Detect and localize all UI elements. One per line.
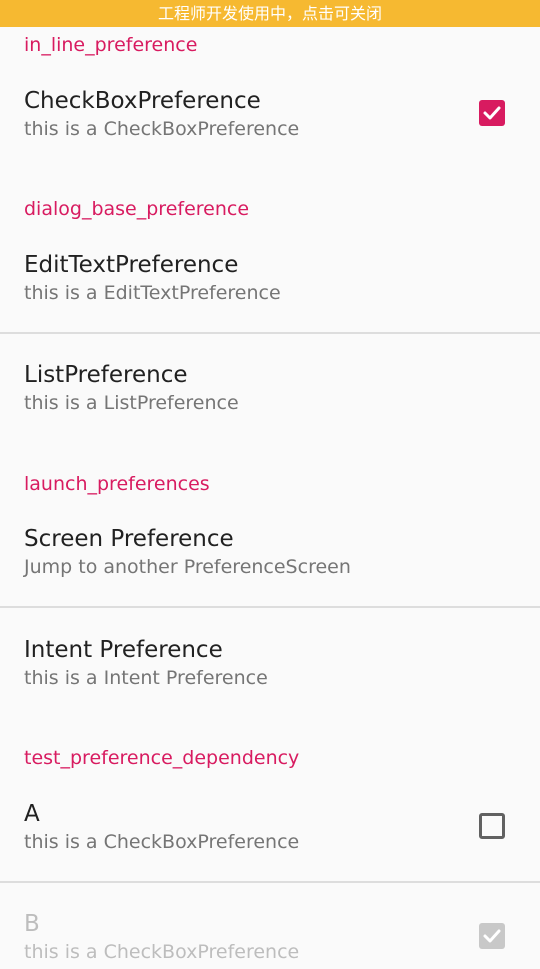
pref-title: Intent Preference (24, 637, 223, 663)
category-header-dependency: test_preference_dependency (24, 747, 300, 769)
category-header-dialog-base: dialog_base_preference (24, 198, 250, 220)
pref-summary: this is a ListPreference (24, 392, 239, 414)
pref-title: B (24, 911, 40, 937)
pref-summary: Jump to another PreferenceScreen (24, 556, 351, 578)
pref-summary: this is a Intent Preference (24, 667, 268, 689)
developer-mode-banner[interactable]: 工程师开发使用中，点击可关闭 (0, 0, 540, 27)
pref-summary: this is a CheckBoxPreference (24, 941, 300, 963)
checkbox-unchecked[interactable] (479, 813, 505, 839)
checkmark-icon (483, 106, 501, 120)
checkbox-preference-a-row[interactable]: A this is a CheckBoxPreference (0, 799, 540, 859)
screen-preference-row[interactable]: Screen Preference Jump to another Prefer… (0, 524, 540, 584)
pref-title: A (24, 801, 40, 827)
list-preference-row[interactable]: ListPreference this is a ListPreference (0, 360, 540, 420)
category-header-in-line: in_line_preference (24, 34, 198, 56)
pref-summary: this is a CheckBoxPreference (24, 831, 300, 853)
checkbox-preference-b-row: B this is a CheckBoxPreference (0, 909, 540, 969)
intent-preference-row[interactable]: Intent Preference this is a Intent Prefe… (0, 635, 540, 695)
checkbox-preference-row[interactable]: CheckBoxPreference this is a CheckBoxPre… (0, 86, 540, 146)
edittext-preference-row[interactable]: EditTextPreference this is a EditTextPre… (0, 250, 540, 310)
pref-title: EditTextPreference (24, 252, 239, 278)
pref-title: Screen Preference (24, 526, 234, 552)
pref-title: ListPreference (24, 362, 188, 388)
checkmark-icon (483, 929, 501, 943)
divider (0, 332, 540, 334)
divider (0, 881, 540, 883)
pref-title: CheckBoxPreference (24, 88, 261, 114)
category-header-launch: launch_preferences (24, 473, 210, 495)
checkbox-disabled-checked (479, 923, 505, 949)
divider (0, 606, 540, 608)
pref-summary: this is a EditTextPreference (24, 282, 281, 304)
checkbox-checked[interactable] (479, 100, 505, 126)
pref-summary: this is a CheckBoxPreference (24, 118, 300, 140)
